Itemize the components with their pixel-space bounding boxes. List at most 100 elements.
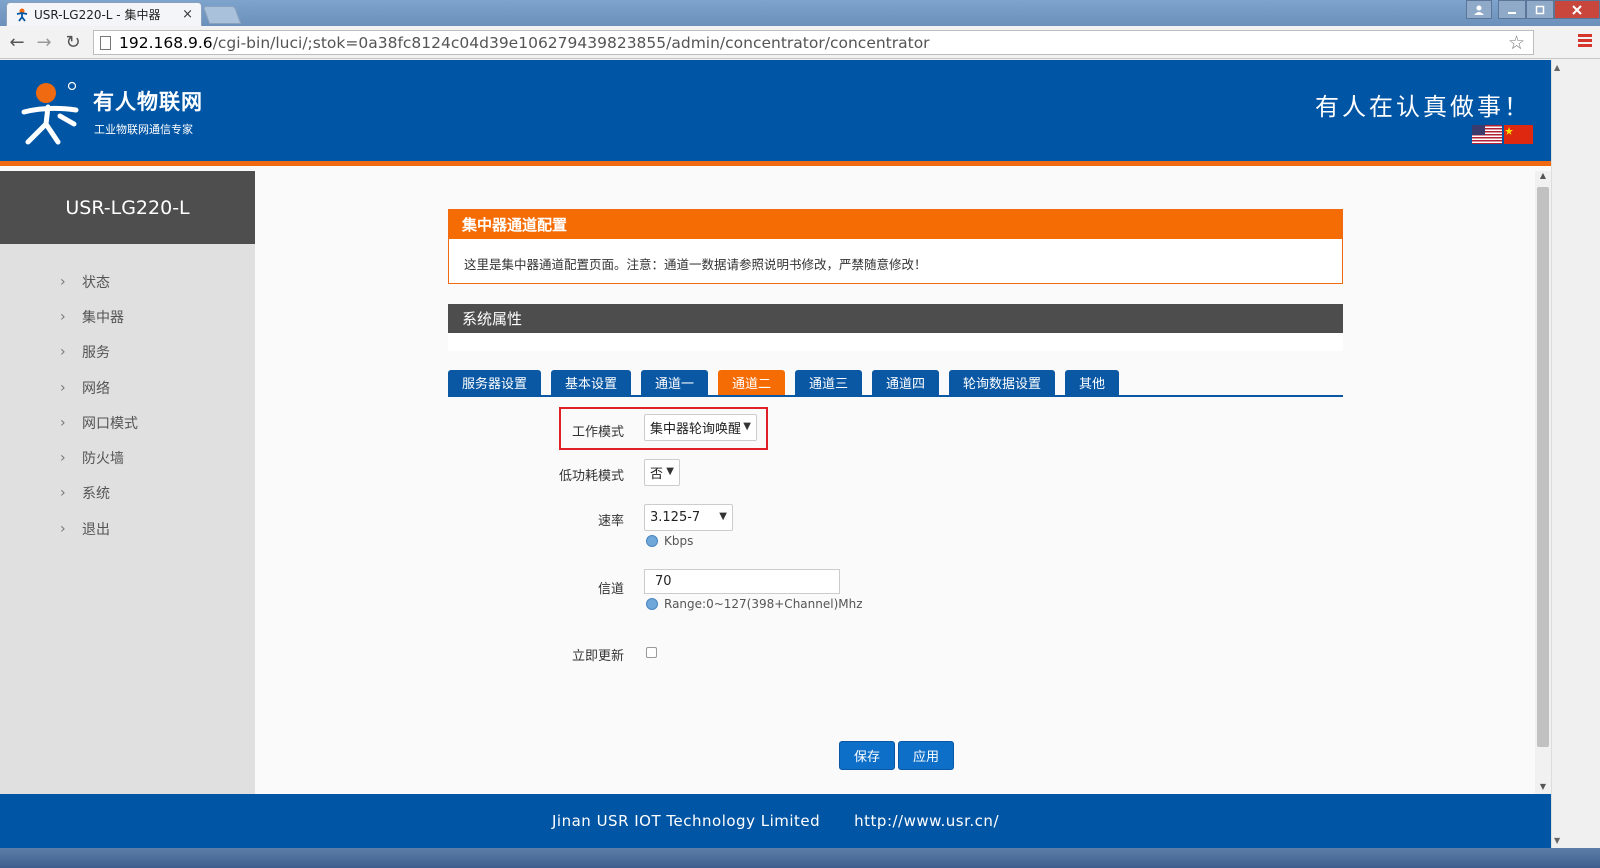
- brand-name: 有人物联网: [93, 90, 203, 114]
- dropdown-arrow-icon: ▼: [719, 511, 727, 522]
- close-tab-icon[interactable]: ×: [182, 7, 193, 22]
- user-profile-icon[interactable]: [1466, 0, 1492, 19]
- low-power-value: 否: [650, 467, 664, 482]
- url-input[interactable]: 192.168.9.6/cgi-bin/luci/;stok=0a38fc812…: [93, 30, 1534, 55]
- low-power-select[interactable]: 否 ▼: [644, 459, 680, 486]
- chevron-right-icon: ›: [60, 520, 66, 537]
- sidebar-menu: › 状态 › 集中器 › 服务 › 网络 › 网口模式 › 防火墙 › 系统 › 退出: [0, 244, 255, 546]
- low-power-label: 低功耗模式: [558, 469, 624, 484]
- address-toolbar: ← → ↻ 192.168.9.6/cgi-bin/luci/;stok=0a3…: [0, 26, 1600, 59]
- work-mode-select[interactable]: 集中器轮询唤醒 ▼: [644, 414, 757, 441]
- rate-row: 速率 3.125-7 ▼ Kbps: [448, 497, 1343, 557]
- maximize-window-button[interactable]: [1526, 0, 1554, 19]
- os-taskbar: [0, 848, 1600, 868]
- tab-channel-3[interactable]: 通道三: [795, 370, 862, 395]
- work-mode-row: 工作模式 集中器轮询唤醒 ▼: [448, 407, 1343, 451]
- browser-menu-icon[interactable]: [1578, 34, 1592, 48]
- rate-label: 速率: [597, 514, 624, 529]
- form-actions: 保存 应用: [839, 741, 957, 770]
- chevron-right-icon: ›: [60, 273, 66, 290]
- notice-panel: 集中器通道配置 这里是集中器通道配置页面。注意：通道一数据请参照说明书修改，严禁…: [448, 209, 1343, 284]
- work-mode-label: 工作模式: [571, 425, 624, 440]
- sidebar-item-network[interactable]: › 网络: [0, 370, 255, 405]
- usr-logo-icon: [18, 80, 82, 146]
- low-power-row: 低功耗模式 否 ▼: [448, 452, 1343, 492]
- footer-url[interactable]: http://www.usr.cn/: [854, 812, 999, 830]
- channel-range: Range:0~127(398+Channel)Mhz: [664, 597, 863, 611]
- new-tab-button[interactable]: [202, 6, 242, 24]
- usr-favicon-icon: [15, 8, 29, 22]
- chinese-flag-icon[interactable]: [1504, 125, 1533, 144]
- chevron-right-icon: ›: [60, 414, 66, 431]
- page-icon: [100, 35, 111, 50]
- notice-title: 集中器通道配置: [449, 210, 1342, 239]
- sidebar-item-status[interactable]: › 状态: [0, 264, 255, 299]
- scroll-up-icon[interactable]: ▲: [1535, 171, 1551, 185]
- reload-button[interactable]: ↻: [61, 31, 85, 53]
- tab-basic-settings[interactable]: 基本设置: [551, 370, 631, 395]
- channel-label: 信道: [597, 582, 624, 597]
- web-page: 有人物联网 工业物联网通信专家 有人在认真做事！ USR-LG220-L › 状态…: [0, 60, 1551, 848]
- rate-select[interactable]: 3.125-7 ▼: [644, 504, 733, 531]
- sidebar-item-label: 网口模式: [82, 415, 138, 432]
- tab-other[interactable]: 其他: [1065, 370, 1119, 395]
- chevron-right-icon: ›: [60, 450, 66, 467]
- rate-hint: Kbps: [646, 534, 693, 548]
- chevron-right-icon: ›: [60, 344, 66, 361]
- sidebar-item-firewall[interactable]: › 防火墙: [0, 440, 255, 475]
- back-button[interactable]: ←: [5, 31, 29, 53]
- sidebar-item-concentrator[interactable]: › 集中器: [0, 299, 255, 334]
- tab-server-settings[interactable]: 服务器设置: [448, 370, 541, 395]
- info-icon: [646, 535, 658, 547]
- site-footer: Jinan USR IOT Technology Limited http://…: [0, 794, 1551, 848]
- sidebar-item-logout[interactable]: › 退出: [0, 511, 255, 546]
- brand-subtitle: 工业物联网通信专家: [94, 123, 193, 136]
- window-scrollbar[interactable]: ▲ ▼: [1551, 60, 1568, 848]
- config-tabs: 服务器设置 基本设置 通道一 通道二 通道三 通道四 轮询数据设置 其他: [448, 370, 1343, 397]
- forward-button[interactable]: →: [32, 31, 56, 53]
- update-now-checkbox[interactable]: [646, 647, 657, 658]
- sidebar-item-port-mode[interactable]: › 网口模式: [0, 405, 255, 440]
- chevron-right-icon: ›: [60, 485, 66, 502]
- tab-channel-1[interactable]: 通道一: [641, 370, 708, 395]
- update-now-row: 立即更新: [448, 637, 1343, 667]
- section-title: 系统属性: [448, 304, 1343, 333]
- browser-tab[interactable]: USR-LG220-L - 集中器 ×: [6, 2, 202, 26]
- site-header: 有人物联网 工业物联网通信专家 有人在认真做事！: [0, 60, 1551, 166]
- content-scrollbar[interactable]: ▲ ▼: [1535, 171, 1551, 796]
- url-text: 192.168.9.6/cgi-bin/luci/;stok=0a38fc812…: [119, 34, 930, 52]
- sidebar-item-system[interactable]: › 系统: [0, 476, 255, 511]
- dropdown-arrow-icon: ▼: [743, 421, 751, 432]
- channel-input[interactable]: 70: [644, 569, 840, 594]
- save-button[interactable]: 保存: [839, 741, 896, 770]
- sidebar-item-services[interactable]: › 服务: [0, 335, 255, 370]
- bookmark-star-icon[interactable]: ☆: [1508, 32, 1525, 54]
- apply-button[interactable]: 应用: [898, 741, 955, 770]
- minimize-window-button[interactable]: [1498, 0, 1526, 19]
- chevron-right-icon: ›: [60, 379, 66, 396]
- sidebar-item-label: 状态: [82, 274, 110, 291]
- tab-channel-2[interactable]: 通道二: [718, 370, 785, 395]
- channel-row: 信道 70 Range:0~127(398+Channel)Mhz: [448, 567, 1343, 627]
- sidebar-item-label: 系统: [82, 486, 110, 503]
- scroll-up-icon[interactable]: ▲: [1554, 63, 1560, 72]
- tab-polling-data[interactable]: 轮询数据设置: [949, 370, 1055, 395]
- scrollbar-thumb[interactable]: [1537, 187, 1549, 747]
- close-window-button[interactable]: [1554, 0, 1600, 19]
- channel-hint: Range:0~127(398+Channel)Mhz: [646, 597, 863, 611]
- section-spacer: [448, 333, 1343, 351]
- sidebar-item-label: 防火墙: [82, 451, 124, 468]
- notice-body: 这里是集中器通道配置页面。注意：通道一数据请参照说明书修改，严禁随意修改！: [464, 257, 927, 272]
- channel-config-form: 工作模式 集中器轮询唤醒 ▼ 低功耗模式 否 ▼ 速率 3.125-7 ▼ Kb…: [448, 407, 1343, 747]
- tab-channel-4[interactable]: 通道四: [872, 370, 939, 395]
- english-flag-icon[interactable]: [1472, 125, 1502, 144]
- dropdown-arrow-icon: ▼: [666, 466, 674, 477]
- rate-value: 3.125-7: [650, 510, 701, 525]
- sidebar-item-label: 退出: [82, 521, 110, 538]
- sidebar: USR-LG220-L › 状态 › 集中器 › 服务 › 网络 › 网口模式 › 防火墙 …: [0, 171, 255, 796]
- chevron-right-icon: ›: [60, 308, 66, 325]
- browser-tab-title: USR-LG220-L - 集中器: [34, 8, 161, 22]
- scroll-down-icon[interactable]: ▼: [1554, 836, 1560, 845]
- header-slogan: 有人在认真做事！: [1315, 93, 1531, 121]
- sidebar-item-label: 网络: [82, 380, 110, 397]
